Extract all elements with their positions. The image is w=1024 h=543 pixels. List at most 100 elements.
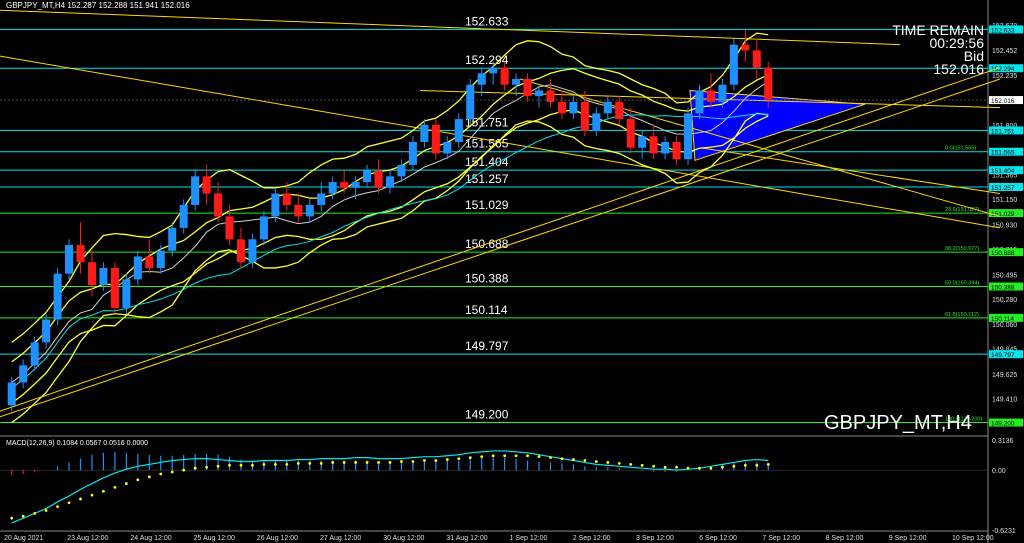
- candle-body: [294, 204, 303, 217]
- macd-signal-dot: [136, 478, 140, 482]
- candle-body: [53, 273, 62, 320]
- time-tick-label: 26 Aug 12:00: [257, 535, 298, 542]
- candle-body: [259, 216, 268, 240]
- time-tick-label: 20 Aug 2021: [4, 535, 43, 542]
- chart-window: 152.670152.452152.235152.016151.800151.5…: [0, 0, 1024, 543]
- level-axis-value: 150.114: [991, 316, 1014, 323]
- candle-body: [248, 239, 257, 263]
- symbol-watermark: GBPJPY_MT,H4: [824, 412, 972, 434]
- candle-body: [431, 124, 440, 154]
- macd-signal-dot: [319, 462, 323, 465]
- bid-value: 152.016: [933, 61, 984, 77]
- time-tick-label: 7 Sep 12:00: [762, 535, 800, 542]
- candle-body: [535, 90, 544, 97]
- candle-body: [592, 113, 601, 131]
- macd-signal-dot: [549, 456, 552, 460]
- candle-body: [626, 119, 635, 148]
- price-tick-label: 150.280: [992, 297, 1017, 304]
- candle-body: [30, 342, 39, 366]
- time-tick-label: 6 Sep 12:00: [699, 535, 737, 542]
- macd-signal-dot: [262, 462, 266, 466]
- time-tick-label: 8 Sep 12:00: [826, 535, 864, 542]
- time-tick-label: 30 Aug 12:00: [383, 535, 424, 542]
- candle-body: [42, 319, 51, 343]
- candle-body: [122, 279, 131, 309]
- candle-body: [363, 170, 372, 183]
- candle-body: [672, 141, 681, 160]
- price-tick-label: 150.930: [992, 222, 1017, 229]
- candle-body: [477, 73, 486, 85]
- macd-signal-dot: [480, 455, 484, 459]
- candle-body: [741, 44, 750, 51]
- candle-body: [317, 193, 326, 205]
- macd-signal-dot: [239, 463, 243, 467]
- candle-body: [615, 101, 624, 120]
- candle-body: [512, 79, 521, 85]
- candle-body: [684, 113, 693, 160]
- level-label: 151.029: [465, 198, 509, 212]
- macd-signal-dot: [228, 463, 231, 467]
- macd-signal-dot: [354, 461, 358, 464]
- candle-body: [729, 44, 738, 85]
- macd-signal-dot: [583, 459, 587, 462]
- macd-signal-dot: [33, 511, 37, 515]
- bollinger-band: [11, 109, 769, 404]
- candle-body: [225, 216, 234, 240]
- macd-signal-dot: [686, 466, 690, 470]
- price-tick-label: 149.410: [992, 397, 1017, 404]
- level-label: 152.633: [465, 14, 509, 28]
- level-axis-value: 149.797: [991, 352, 1015, 359]
- candle-body: [718, 84, 727, 102]
- trend-line: [0, 9, 901, 46]
- price-tick-label: 152.452: [992, 48, 1017, 55]
- macd-signal-dot: [743, 463, 747, 467]
- moving-average-long: [11, 113, 769, 389]
- level-axis-value: 149.200: [991, 421, 1015, 428]
- macd-signal-dot: [285, 462, 289, 466]
- level-label: 152.294: [465, 53, 509, 67]
- candle-body: [408, 141, 417, 165]
- time-tick-label: 1 Sep 12:00: [510, 535, 548, 542]
- candle-body: [638, 136, 647, 148]
- candle-body: [489, 67, 498, 74]
- price-tick-label: 150.495: [992, 272, 1017, 279]
- time-tick-label: 2 Sep 12:00: [573, 535, 611, 542]
- symbol-header: GBPJPY_MT,H4 152.287 152.288 151.941 152…: [6, 1, 190, 10]
- candle-body: [65, 245, 74, 274]
- candle-body: [523, 79, 532, 97]
- macd-signal-dot: [331, 461, 335, 464]
- candle-body: [110, 267, 119, 309]
- candle-body: [7, 382, 16, 406]
- candle-body: [305, 204, 314, 217]
- macd-signal-dot: [721, 465, 724, 469]
- candle-body: [202, 176, 211, 194]
- macd-signal-dot: [755, 463, 759, 467]
- candle-body: [580, 101, 589, 131]
- price-tick-label: 149.625: [992, 372, 1017, 379]
- level-label: 150.388: [465, 272, 509, 286]
- candle-body: [236, 239, 245, 263]
- time-tick-label: 24 Aug 12:00: [130, 535, 171, 542]
- macd-signal-dot: [273, 462, 277, 466]
- macd-signal-dot: [79, 497, 82, 501]
- macd-signal-dot: [572, 458, 575, 461]
- time-remain-panel: TIME REMAIN 00:29:56 Bid 152.016: [814, 23, 984, 77]
- macd-signal-dot: [434, 459, 438, 462]
- candle-body: [328, 182, 337, 194]
- candle-body: [271, 193, 280, 217]
- time-tick-label: 31 Aug 12:00: [446, 535, 487, 542]
- candle-body: [351, 182, 360, 188]
- macd-signal-dot: [468, 456, 472, 460]
- macd-signal-dot: [67, 501, 71, 505]
- macd-signal-dot: [377, 461, 380, 464]
- price-tick-label: 150.060: [992, 322, 1017, 329]
- macd-tick-label: 0.00: [992, 468, 1006, 475]
- candle-body: [282, 193, 291, 205]
- macd-signal-dot: [514, 454, 518, 458]
- time-tick-label: 10 Sep 12:00: [952, 535, 994, 542]
- macd-signal-dot: [124, 482, 128, 485]
- macd-signal-dot: [216, 464, 220, 468]
- candle-body: [569, 101, 578, 114]
- macd-signal-dot: [159, 472, 163, 476]
- macd-tick-label: 0.3136: [992, 438, 1014, 445]
